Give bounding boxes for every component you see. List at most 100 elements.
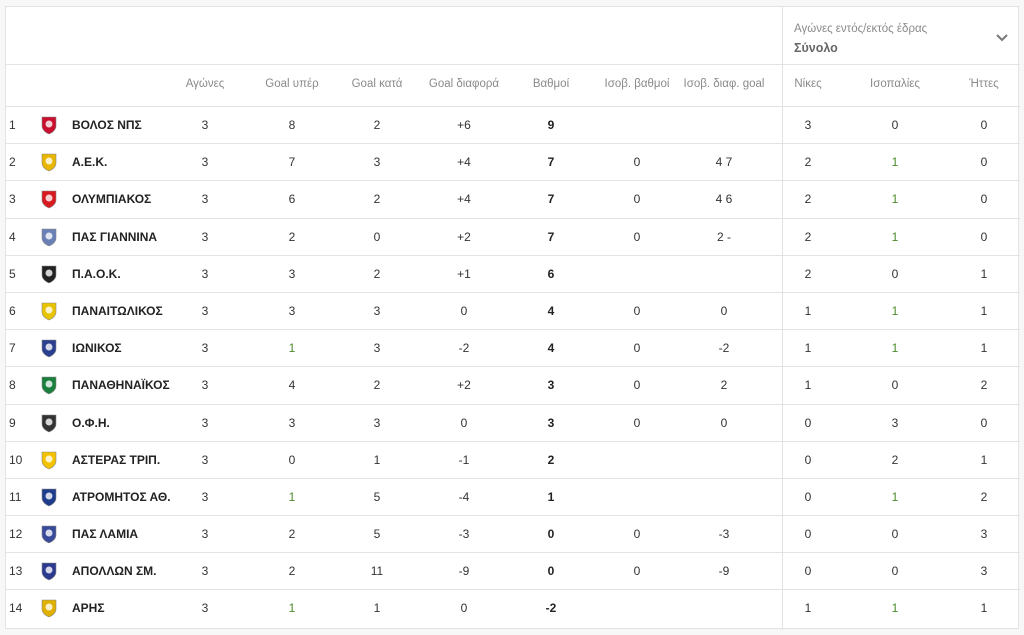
atromitos-crest-icon	[41, 488, 57, 507]
position-cell: 9	[9, 415, 16, 430]
points-cell: 2	[547, 452, 555, 467]
table-row[interactable]: 4 ΠΑΣ ΓΙΑΝΝΙΝΑ 3 2 0 +2 7 0 2 - 2 1 0	[6, 219, 1020, 256]
table-row[interactable]: 9 Ο.Φ.Η. 3 3 3 0 3 0 0 0 3 0	[6, 405, 1020, 442]
points-cell: 4	[547, 341, 555, 356]
team-name-link[interactable]: ΑΣΤΕΡΑΣ ΤΡΙΠ.	[72, 453, 160, 467]
header-points[interactable]: Βαθμοί	[521, 78, 581, 90]
losses-cell: 0	[980, 118, 988, 132]
header-losses[interactable]: Ήττες	[954, 78, 1014, 90]
wins-cell: 2	[804, 192, 812, 207]
team-name-link[interactable]: ΑΡΗΣ	[72, 601, 105, 615]
position-cell: 8	[9, 378, 16, 393]
team-name-link[interactable]: ΠΑΝΑΘΗΝΑΪΚΟΣ	[72, 378, 170, 392]
team-name-link[interactable]: ΠΑΣ ΓΙΑΝΝΙΝΑ	[72, 230, 157, 244]
aek-crest-icon	[41, 153, 57, 172]
team-name-link[interactable]: Π.Α.Ο.Κ.	[72, 267, 121, 281]
panaitolikos-crest-icon	[41, 302, 57, 321]
table-row[interactable]: 8 ΠΑΝΑΘΗΝΑΪΚΟΣ 3 4 2 +2 3 0 2 1 0 2	[6, 367, 1020, 405]
played-cell: 3	[201, 229, 209, 244]
draws-cell: 1	[891, 192, 899, 207]
table-row[interactable]: 3 ΟΛΥΜΠΙΑΚΟΣ 3 6 2 +4 7 0 4 6 2 1 0	[6, 181, 1020, 219]
goals-for-cell: 3	[288, 415, 296, 430]
header-played[interactable]: Αγώνες	[175, 78, 235, 90]
tie-goal-difference-cell: 4 7	[715, 155, 733, 170]
tie-goal-difference-cell: 4 6	[715, 192, 733, 207]
header-wins[interactable]: Νίκες	[778, 78, 838, 90]
goals-against-cell: 3	[373, 303, 381, 318]
tie-points-cell: 0	[633, 527, 641, 542]
points-cell: -2	[545, 601, 557, 616]
played-cell: 3	[201, 378, 209, 393]
apollon-crest-icon	[41, 562, 57, 581]
home-away-filter-dropdown[interactable]: Αγώνες εντός/εκτός έδρας Σύνολο	[794, 21, 1014, 57]
goal-difference-cell: -9	[458, 564, 470, 579]
goal-difference-cell: 0	[460, 415, 468, 430]
header-goal-difference[interactable]: Goal διαφορά	[414, 78, 514, 90]
team-name-link[interactable]: ΠΑΝΑΙΤΩΛΙΚΟΣ	[72, 304, 163, 318]
losses-cell: 1	[980, 266, 988, 281]
team-name-link[interactable]: ΟΛΥΜΠΙΑΚΟΣ	[72, 192, 151, 206]
header-tie-goal-difference[interactable]: Ισοβ. διαφ. goal	[679, 78, 769, 90]
header-goals-against[interactable]: Goal κατά	[337, 78, 417, 90]
team-name-link[interactable]: Ο.Φ.Η.	[72, 416, 110, 430]
losses-cell: 1	[980, 303, 988, 318]
standings-table: Αγώνες εντός/εκτός έδρας Σύνολο Αγώνες G…	[5, 6, 1020, 630]
goal-difference-cell: -1	[458, 452, 470, 467]
header-goals-for[interactable]: Goal υπέρ	[252, 78, 332, 90]
header-tie-points[interactable]: Ισοβ. βαθμοί	[592, 78, 682, 90]
goal-difference-cell: +1	[457, 266, 471, 281]
tie-goal-difference-cell: -2	[718, 341, 730, 356]
position-cell: 11	[9, 489, 22, 504]
goals-for-cell: 1	[288, 601, 296, 616]
goal-difference-cell: +2	[457, 229, 471, 244]
table-row[interactable]: 11 ΑΤΡΟΜΗΤΟΣ ΑΘ. 3 1 5 -4 1 0 1 2	[6, 479, 1020, 517]
draws-cell: 0	[891, 266, 899, 281]
table-row[interactable]: 10 ΑΣΤΕΡΑΣ ΤΡΙΠ. 3 0 1 -1 2 0 2 1	[6, 442, 1020, 479]
position-cell: 3	[9, 192, 16, 207]
team-name-link[interactable]: ΒΟΛΟΣ ΝΠΣ	[72, 118, 142, 132]
goals-for-cell: 0	[288, 452, 296, 467]
wins-cell: 2	[804, 266, 812, 281]
team-name-link[interactable]: Α.Ε.Κ.	[72, 155, 107, 169]
goals-for-cell: 8	[288, 118, 296, 132]
tie-goal-difference-cell: -9	[718, 564, 730, 579]
draws-cell: 2	[891, 452, 899, 467]
chevron-down-icon[interactable]	[996, 33, 1008, 43]
goals-against-cell: 11	[370, 564, 384, 579]
table-row[interactable]: 13 ΑΠΟΛΛΩΝ ΣΜ. 3 2 11 -9 0 0 -9 0 0 3	[6, 553, 1020, 591]
played-cell: 3	[201, 564, 209, 579]
goals-for-cell: 7	[288, 155, 296, 170]
draws-cell: 0	[891, 378, 899, 393]
points-cell: 7	[547, 192, 555, 207]
played-cell: 3	[201, 527, 209, 542]
wins-cell: 0	[804, 527, 812, 542]
header-draws[interactable]: Ισοπαλίες	[860, 78, 930, 90]
table-row[interactable]: 1 ΒΟΛΟΣ ΝΠΣ 3 8 2 +6 9 3 0 0	[6, 107, 1020, 145]
losses-cell: 3	[980, 527, 988, 542]
ionikos-crest-icon	[41, 339, 57, 358]
table-row[interactable]: 6 ΠΑΝΑΙΤΩΛΙΚΟΣ 3 3 3 0 4 0 0 1 1 1	[6, 293, 1020, 331]
position-cell: 4	[9, 229, 16, 244]
table-row[interactable]: 5 Π.Α.Ο.Κ. 3 3 2 +1 6 2 0 1	[6, 256, 1020, 293]
tie-points-cell: 0	[633, 155, 641, 170]
tie-points-cell: 0	[633, 378, 641, 393]
wins-cell: 2	[804, 155, 812, 170]
table-row[interactable]: 2 Α.Ε.Κ. 3 7 3 +4 7 0 4 7 2 1 0	[6, 144, 1020, 182]
table-row[interactable]: 7 ΙΩΝΙΚΟΣ 3 1 3 -2 4 0 -2 1 1 1	[6, 330, 1020, 368]
team-name-link[interactable]: ΙΩΝΙΚΟΣ	[72, 341, 122, 355]
team-name-link[interactable]: ΑΤΡΟΜΗΤΟΣ ΑΘ.	[72, 490, 171, 504]
team-name-link[interactable]: ΑΠΟΛΛΩΝ ΣΜ.	[72, 564, 157, 578]
draws-cell: 3	[891, 415, 899, 430]
goals-against-cell: 2	[373, 118, 381, 132]
draws-cell: 1	[891, 229, 899, 244]
table-row[interactable]: 12 ΠΑΣ ΛΑΜΙΑ 3 2 5 -3 0 0 -3 0 0 3	[6, 516, 1020, 554]
losses-cell: 0	[980, 155, 988, 170]
aris-crest-icon	[41, 600, 57, 618]
losses-cell: 3	[980, 564, 988, 579]
goal-difference-cell: +4	[457, 155, 471, 170]
table-row[interactable]: 14 ΑΡΗΣ 3 1 1 0 -2 1 1 1	[6, 590, 1020, 627]
team-name-link[interactable]: ΠΑΣ ΛΑΜΙΑ	[72, 527, 138, 541]
position-cell: 6	[9, 303, 16, 318]
losses-cell: 1	[980, 601, 988, 616]
points-cell: 0	[547, 564, 555, 579]
